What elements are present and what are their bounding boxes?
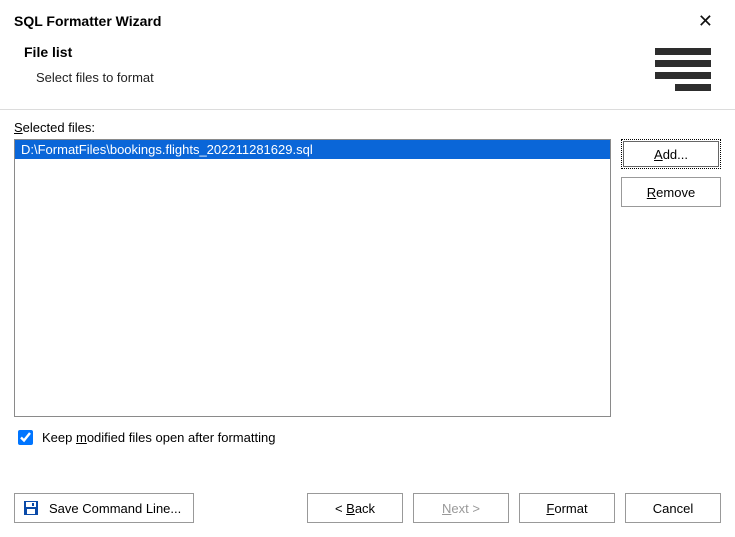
close-icon[interactable]: ✕ xyxy=(690,8,721,34)
list-item[interactable]: D:\FormatFiles\bookings.flights_20221128… xyxy=(15,140,610,159)
selected-files-label: Selected files: xyxy=(14,120,721,135)
window-title: SQL Formatter Wizard xyxy=(14,13,161,29)
files-listbox[interactable]: D:\FormatFiles\bookings.flights_20221128… xyxy=(14,139,611,417)
add-button[interactable]: Add... xyxy=(621,139,721,169)
keep-open-checkbox[interactable]: Keep modified files open after formattin… xyxy=(14,427,721,448)
keep-open-checkbox-input[interactable] xyxy=(18,430,33,445)
back-button[interactable]: < Back xyxy=(307,493,403,523)
page-subtitle: Select files to format xyxy=(24,70,154,85)
list-icon xyxy=(655,44,711,91)
save-command-line-label: Save Command Line... xyxy=(49,501,181,516)
cancel-button[interactable]: Cancel xyxy=(625,493,721,523)
page-title: File list xyxy=(24,44,154,60)
keep-open-label: Keep modified files open after formattin… xyxy=(42,430,275,445)
next-button[interactable]: Next > xyxy=(413,493,509,523)
remove-button[interactable]: Remove xyxy=(621,177,721,207)
format-button[interactable]: Format xyxy=(519,493,615,523)
save-icon xyxy=(23,500,39,516)
save-command-line-button[interactable]: Save Command Line... xyxy=(14,493,194,523)
